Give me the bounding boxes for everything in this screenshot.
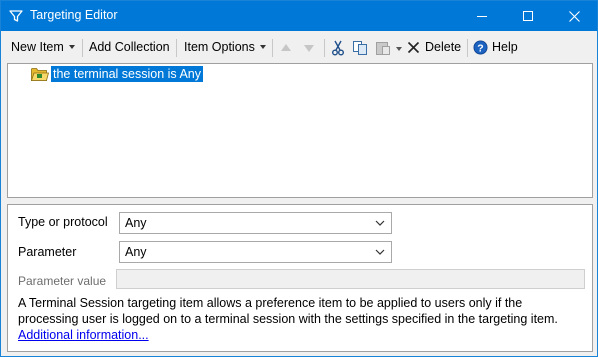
chevron-down-icon xyxy=(259,45,266,49)
description-body: A Terminal Session targeting item allows… xyxy=(18,296,558,326)
delete-x-icon xyxy=(407,41,420,53)
toolbar-separator xyxy=(467,39,468,57)
item-options-label: Item Options xyxy=(184,40,255,54)
toolbar-separator xyxy=(82,39,83,57)
cut-icon[interactable] xyxy=(330,40,346,56)
tree-item-terminal-session[interactable]: the terminal session is Any xyxy=(51,66,203,82)
properties-panel: Type or protocol Any Parameter Any Param… xyxy=(7,204,593,352)
toolbar: New Item Add Collection Item Options Del… xyxy=(1,31,597,63)
new-item-button[interactable]: New Item xyxy=(11,35,75,59)
copy-icon[interactable] xyxy=(352,40,368,56)
new-item-label: New Item xyxy=(11,40,64,54)
help-button[interactable]: ? Help xyxy=(473,35,518,59)
maximize-button[interactable] xyxy=(505,1,551,31)
parameter-value: Any xyxy=(125,245,147,259)
move-down-icon[interactable] xyxy=(301,40,317,56)
toolbar-separator xyxy=(324,39,325,57)
chevron-down-icon[interactable] xyxy=(396,47,402,51)
funnel-icon xyxy=(9,10,23,22)
close-icon xyxy=(568,10,580,22)
toolbar-separator xyxy=(272,39,273,57)
window-title: Targeting Editor xyxy=(30,8,118,22)
type-or-protocol-value: Any xyxy=(125,216,147,230)
parameter-select[interactable]: Any xyxy=(119,241,392,263)
targeting-tree[interactable]: the terminal session is Any xyxy=(7,63,593,198)
toolbar-separator xyxy=(176,39,177,57)
chevron-down-icon xyxy=(375,220,385,226)
targeting-editor-window: Targeting Editor New Item Add Collection… xyxy=(0,0,598,357)
help-label: Help xyxy=(492,40,518,54)
chevron-down-icon xyxy=(375,249,385,255)
paste-icon[interactable] xyxy=(375,40,391,56)
parameter-label: Parameter xyxy=(18,245,77,259)
delete-label: Delete xyxy=(425,40,462,54)
description-text: A Terminal Session targeting item allows… xyxy=(18,295,584,343)
add-collection-button[interactable]: Add Collection xyxy=(89,35,170,59)
move-up-icon[interactable] xyxy=(278,40,294,56)
svg-text:?: ? xyxy=(477,42,483,54)
help-icon: ? xyxy=(473,40,488,54)
parameter-value-label: Parameter value xyxy=(18,274,107,288)
close-button[interactable] xyxy=(551,1,597,31)
type-or-protocol-select[interactable]: Any xyxy=(119,212,392,234)
title-bar[interactable]: Targeting Editor xyxy=(1,1,597,31)
minimize-button[interactable] xyxy=(459,1,505,31)
delete-button[interactable]: Delete xyxy=(407,35,461,59)
folder-icon xyxy=(31,68,49,81)
type-or-protocol-label: Type or protocol xyxy=(18,215,108,229)
chevron-down-icon xyxy=(68,45,75,49)
add-collection-label: Add Collection xyxy=(89,40,170,54)
item-options-button[interactable]: Item Options xyxy=(184,35,266,59)
additional-information-link[interactable]: Additional information... xyxy=(18,328,149,342)
parameter-value-field[interactable] xyxy=(116,269,585,289)
minimize-icon xyxy=(477,16,487,17)
maximize-icon xyxy=(523,11,533,21)
